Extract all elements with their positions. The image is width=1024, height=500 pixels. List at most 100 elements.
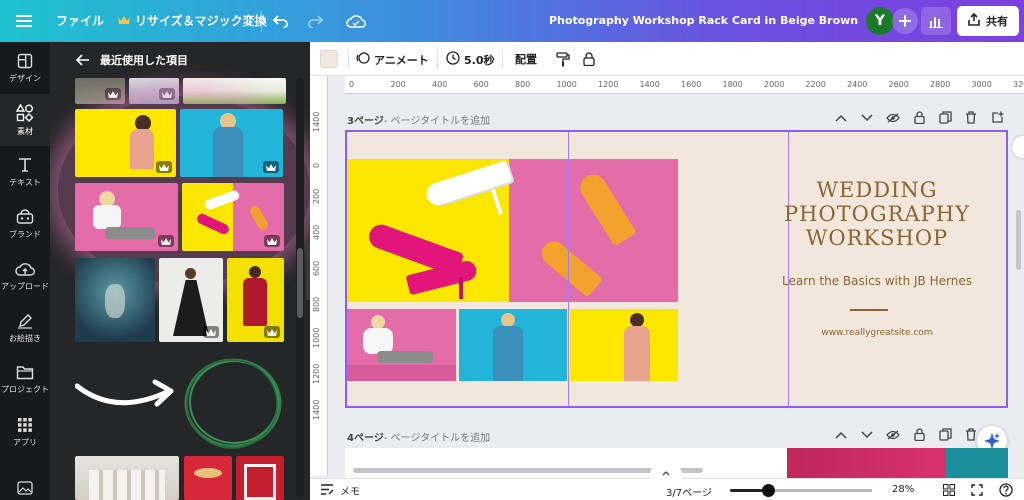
chevron-up-icon[interactable] — [828, 114, 854, 122]
lock-icon[interactable] — [580, 50, 598, 68]
cloud-save-icon[interactable] — [346, 11, 366, 31]
canvas-scrollbar[interactable] — [1016, 210, 1021, 270]
delete-page-icon[interactable] — [958, 111, 984, 124]
share-button[interactable]: 共有 — [957, 6, 1019, 36]
ruler-tick-label: 1000 — [556, 80, 577, 89]
toolbar-divider — [348, 50, 349, 68]
recent-image-thumb[interactable] — [75, 183, 178, 251]
chevron-down-icon[interactable] — [854, 113, 880, 122]
share-icon — [968, 12, 980, 29]
title-line: WEDDING — [816, 178, 938, 202]
recent-image-thumb[interactable] — [75, 78, 125, 104]
grid-view-icon[interactable] — [942, 483, 956, 497]
hide-page-icon[interactable] — [880, 112, 906, 123]
page-number: 3ページ — [347, 116, 384, 127]
recent-image-thumb[interactable] — [184, 456, 232, 500]
zoom-track-remaining — [768, 489, 872, 492]
side-handle[interactable] — [1012, 136, 1024, 158]
card-subtitle[interactable]: Learn the Basics with JB Hernes — [767, 274, 987, 288]
lock-page-icon[interactable] — [906, 111, 932, 124]
bottom-bar: メモ 3/7ページ 28% — [310, 478, 1024, 500]
chevron-down-icon[interactable] — [854, 430, 880, 439]
rail-label: デザイン — [9, 73, 41, 83]
scroll-up-tab[interactable] — [650, 467, 682, 479]
toolbar-divider — [437, 50, 438, 68]
ruler-tick-label: 0 — [312, 162, 321, 168]
page-4-photo[interactable] — [945, 448, 1008, 478]
design-icon — [17, 53, 33, 68]
paint-roller-icon[interactable] — [554, 50, 572, 68]
avatar[interactable]: Y — [866, 7, 894, 35]
woman-pink-photo[interactable] — [347, 309, 456, 381]
rail-label: アップロード — [1, 281, 49, 291]
undo-icon[interactable] — [272, 12, 290, 30]
rail-item-draw[interactable]: お絵描き — [0, 302, 50, 354]
woman-yellow-photo[interactable] — [570, 309, 678, 381]
zoom-slider[interactable] — [730, 484, 872, 497]
design-page-3[interactable]: WEDDING PHOTOGRAPHY WORKSHOP Learn the B… — [345, 130, 1008, 408]
draw-icon — [18, 313, 32, 329]
rail-item-upload[interactable]: アップロード — [0, 250, 50, 302]
photos-icon[interactable] — [16, 480, 34, 496]
recent-image-thumb[interactable] — [75, 109, 176, 177]
recent-image-thumb[interactable] — [227, 258, 284, 342]
lock-page-icon[interactable] — [906, 428, 932, 441]
file-menu-button[interactable]: ファイル — [56, 12, 104, 29]
scrollbar-thumb[interactable] — [297, 248, 303, 318]
background-color-swatch[interactable] — [320, 50, 338, 68]
recent-image-thumb[interactable] — [75, 456, 179, 500]
position-label: 配置 — [515, 53, 537, 66]
duplicate-page-icon[interactable] — [932, 111, 958, 124]
premium-crown-icon — [264, 235, 280, 247]
resize-button[interactable]: リサイズ＆マジック変換 — [118, 12, 267, 29]
card-title[interactable]: WEDDING PHOTOGRAPHY WORKSHOP — [767, 178, 987, 250]
premium-crown-icon — [156, 161, 172, 173]
rail-item-elements[interactable]: 素材 — [0, 94, 50, 146]
duration-button[interactable]: 5.0秒 — [446, 51, 495, 68]
chevron-up-icon[interactable] — [828, 431, 854, 439]
rail-item-projects[interactable]: プロジェクト — [0, 354, 50, 406]
page-4-label[interactable]: 4ページ - ページタイトルを追加 — [347, 429, 490, 444]
rail-item-brand[interactable]: ブランド — [0, 198, 50, 250]
add-page-icon[interactable] — [984, 111, 1010, 124]
insights-button[interactable] — [921, 7, 951, 35]
page-3-tools — [828, 111, 1010, 124]
redo-icon[interactable] — [306, 12, 324, 30]
zoom-slider-handle[interactable] — [762, 484, 776, 497]
rail-item-apps[interactable]: アプリ — [0, 406, 50, 458]
notes-button[interactable]: メモ — [320, 483, 360, 498]
card-website[interactable]: www.reallygreatsite.com — [767, 328, 987, 338]
ruler-tick-label: 1200 — [598, 80, 619, 89]
page-3-label[interactable]: 3ページ - ページタイトルを追加 — [347, 112, 490, 127]
menu-icon[interactable] — [14, 12, 34, 30]
animate-button[interactable]: アニメート — [356, 51, 429, 68]
position-button[interactable]: 配置 — [515, 51, 537, 67]
white-arrow-graphic[interactable] — [74, 364, 179, 414]
panel-scrollbar[interactable] — [296, 78, 304, 498]
help-icon[interactable] — [998, 482, 1014, 498]
rail-label: お絵描き — [9, 333, 41, 343]
top-bar: ファイル リサイズ＆マジック変換 Photography Workshop Ra… — [0, 0, 1024, 42]
add-collaborator-button[interactable] — [892, 8, 918, 34]
shoes-photo[interactable] — [347, 159, 678, 302]
recent-image-thumb[interactable] — [159, 258, 223, 342]
zoom-level[interactable]: 28% — [892, 484, 914, 495]
fullscreen-icon[interactable] — [970, 483, 984, 497]
green-circle-graphic[interactable] — [181, 354, 285, 452]
page-indicator[interactable]: 3/7ページ — [666, 484, 712, 499]
hide-page-icon[interactable] — [880, 429, 906, 440]
ruler-tick-label: 1400 — [639, 80, 660, 89]
recent-image-thumb[interactable] — [180, 109, 283, 177]
recent-image-thumb[interactable] — [75, 258, 155, 342]
duplicate-page-icon[interactable] — [932, 428, 958, 441]
back-arrow-icon[interactable] — [76, 54, 90, 66]
card-divider[interactable] — [850, 309, 888, 311]
recent-image-thumb[interactable] — [182, 183, 284, 251]
page-4-photo[interactable] — [787, 448, 945, 478]
rail-item-text[interactable]: テキスト — [0, 146, 50, 198]
document-title[interactable]: Photography Workshop Rack Card in Beige … — [549, 14, 859, 27]
woman-blue-photo[interactable] — [459, 309, 567, 381]
recent-image-thumb[interactable] — [236, 456, 284, 500]
elements-icon — [16, 103, 34, 122]
rail-item-design[interactable]: デザイン — [0, 42, 50, 94]
